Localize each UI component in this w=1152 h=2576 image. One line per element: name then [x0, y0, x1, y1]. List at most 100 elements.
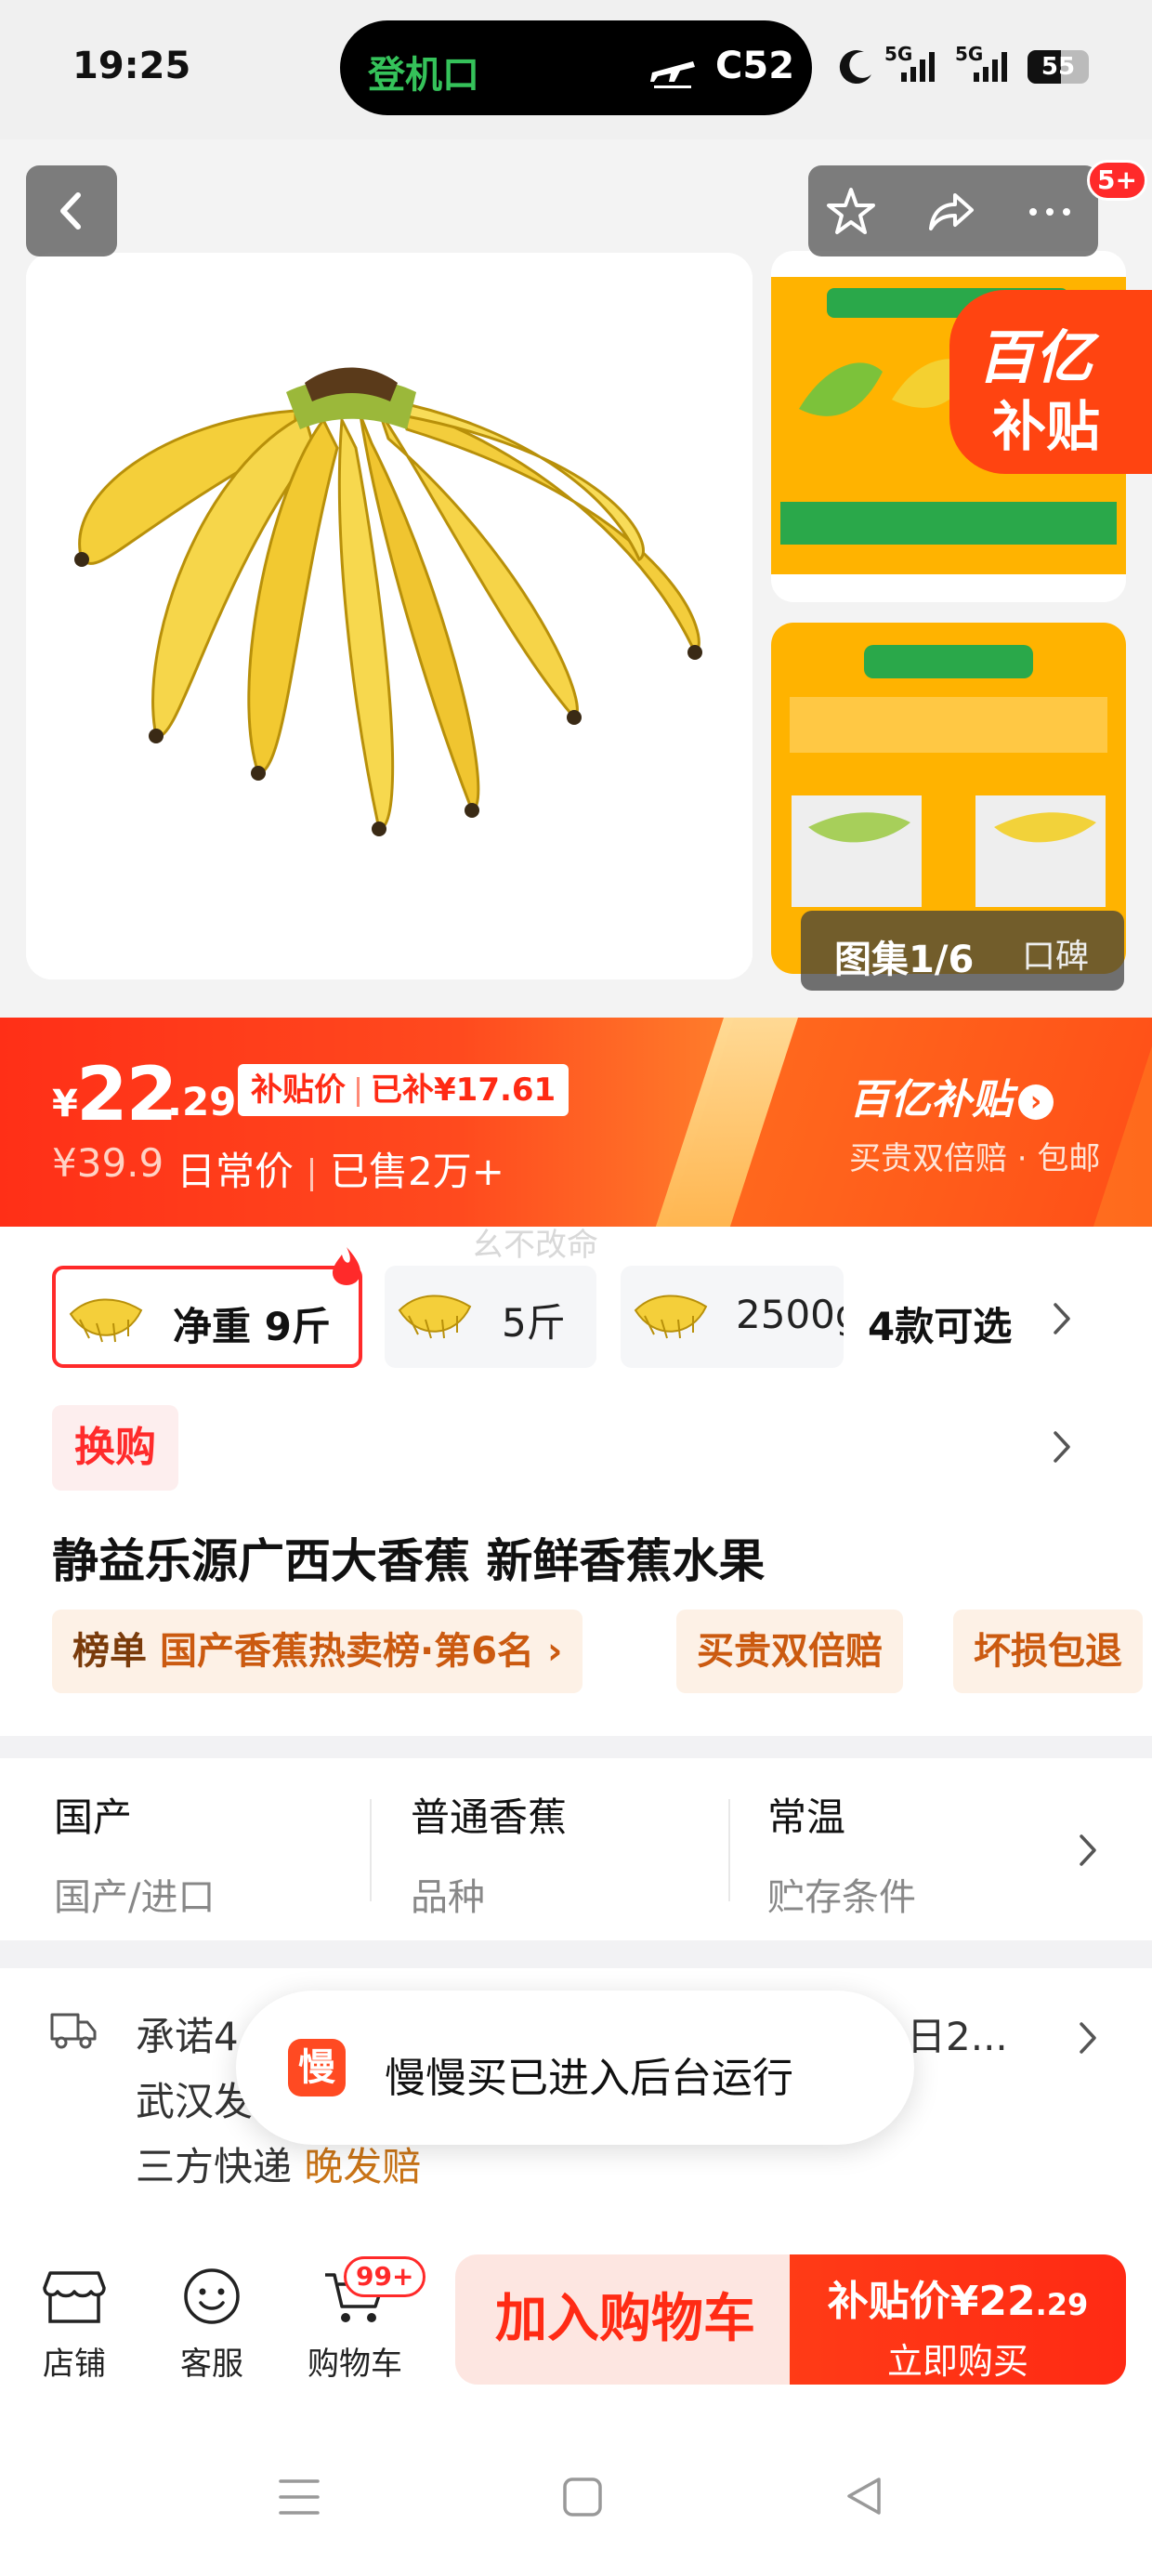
- cart-count-badge: 99+: [344, 2256, 426, 2297]
- add-to-cart-button[interactable]: 加入购物车: [455, 2254, 795, 2385]
- truck-icon: [50, 2013, 97, 2049]
- buy-now-label: 立即购买: [886, 2341, 1028, 2382]
- price-currency: ¥: [52, 1083, 78, 1125]
- image-counter: 图集1/6: [834, 939, 975, 981]
- chevron-right-icon[interactable]: [1052, 1429, 1072, 1465]
- damage-return-tag[interactable]: 坏损包退: [953, 1610, 1143, 1693]
- battery-icon: 55: [1028, 50, 1089, 84]
- back-triangle-icon[interactable]: [842, 2474, 886, 2518]
- banana-bunch-image: [26, 253, 753, 979]
- price-banner[interactable]: ¥ 22 .29 补贴价 已补¥17.61 ¥39.9 日常价 已售2万+ 百亿补贴…: [0, 1018, 1152, 1227]
- spec-value: 普通香蕉: [411, 1794, 568, 1840]
- subsidy-program-link[interactable]: 百亿补贴 ›: [849, 1066, 1054, 1125]
- subsidy-label: 补贴价: [251, 1071, 346, 1109]
- subsidy-amount: 已补¥17.61: [371, 1071, 556, 1109]
- buy-price: 补贴价¥22.29: [790, 2267, 1126, 2327]
- divider: [370, 1799, 372, 1901]
- product-specs[interactable]: 国产 国产/进口 普通香蕉 品种 常温 贮存条件: [0, 1758, 1152, 1940]
- buy-price-int: 22: [978, 2278, 1036, 2325]
- spec-label: 国产/进口: [54, 1876, 216, 1919]
- more-options-link[interactable]: 4款可选: [868, 1295, 1012, 1352]
- late-compensation: 晚发赔: [304, 2144, 422, 2189]
- original-price: ¥39.9: [52, 1140, 164, 1186]
- service-label: 客服: [180, 2346, 243, 2383]
- message-count-badge: 5+: [1087, 160, 1147, 201]
- option-label: 净重 9斤: [173, 1304, 331, 1349]
- product-info: 幺不改命 净重 9斤 5斤 2500g 4款可选 换购 静益乐源广西大香蕉 新鲜…: [0, 1227, 1152, 1736]
- signal-icon: [901, 52, 935, 82]
- buy-price-dec: .29: [1035, 2287, 1089, 2322]
- subsidy-price-tag: 补贴价 已补¥17.61: [238, 1064, 569, 1116]
- product-gallery[interactable]: 5+ 百亿 补贴 图集1/6 口碑: [0, 139, 1152, 1018]
- menu-icon[interactable]: [277, 2476, 321, 2518]
- option-5jin[interactable]: 5斤: [385, 1266, 596, 1368]
- service-smiley-icon: [184, 2268, 240, 2324]
- ranking-tag[interactable]: 榜单 国产香蕉热卖榜·第6名 ›: [52, 1610, 583, 1693]
- store-button[interactable]: 店铺: [37, 2266, 111, 2384]
- share-icon[interactable]: [923, 184, 979, 240]
- delivery-date: 日2...: [907, 2014, 1008, 2059]
- option-2500g[interactable]: 2500g: [621, 1266, 844, 1368]
- chevron-right-icon: ›: [1018, 1084, 1054, 1120]
- store-label: 店铺: [43, 2346, 106, 2383]
- toast-message: 慢慢买已进入后台运行: [385, 2055, 793, 2102]
- chevron-right-icon: [1080, 1834, 1096, 1866]
- store-icon: [43, 2271, 106, 2323]
- banana-thumb-icon: [634, 1295, 708, 1339]
- spec-value: 国产: [54, 1794, 133, 1840]
- star-icon[interactable]: [823, 184, 879, 240]
- chevron-left-icon: [60, 192, 81, 230]
- back-button[interactable]: [26, 165, 117, 256]
- customer-service-button[interactable]: 客服: [175, 2266, 249, 2384]
- banana-thumb-icon: [69, 1298, 143, 1343]
- ranking-key: 榜单: [72, 1630, 147, 1673]
- background-toast: 慢 慢慢买已进入后台运行: [236, 1991, 914, 2145]
- system-navigation-bar: [0, 2424, 1152, 2576]
- spec-variety: 普通香蕉 品种: [411, 1786, 567, 1921]
- clock: 19:25: [72, 45, 191, 87]
- promo-badge-line2: 补贴: [992, 395, 1101, 458]
- divider: [728, 1799, 730, 1901]
- sold-count: 已售2万+: [330, 1149, 504, 1194]
- price-guarantee-tag[interactable]: 买贵双倍赔: [676, 1610, 903, 1693]
- product-title: 静益乐源广西大香蕉 新鲜香蕉水果: [52, 1534, 766, 1588]
- spec-label: 贮存条件: [767, 1876, 916, 1919]
- moon-icon: [839, 50, 871, 85]
- courier: 三方快递: [136, 2144, 293, 2189]
- price-integer: 22: [76, 1051, 177, 1137]
- signal-icon-2: [974, 52, 1007, 82]
- banana-thumb-icon: [398, 1295, 472, 1339]
- reviews-tab[interactable]: 口碑: [1022, 929, 1089, 978]
- chevron-right-icon: [1054, 1303, 1070, 1334]
- option-9jin[interactable]: 净重 9斤: [52, 1266, 362, 1368]
- program-subtitle: 买贵双倍赔 · 包邮: [849, 1140, 1101, 1177]
- ranking-value: 国产香蕉热卖榜·第6名: [160, 1630, 535, 1673]
- gate-label: 登机口: [368, 54, 479, 97]
- top-actions: [808, 165, 1098, 256]
- home-icon[interactable]: [561, 2476, 604, 2518]
- bottom-action-bar: 店铺 客服 购物车 99+ 加入购物车 补贴价¥22.29 立即购买: [0, 2228, 1152, 2424]
- swap-purchase-tag[interactable]: 换购: [52, 1405, 178, 1491]
- battery-level: 55: [1041, 53, 1076, 81]
- separator: [310, 1157, 314, 1191]
- hot-flame-icon: [333, 1247, 360, 1285]
- buy-now-button[interactable]: 补贴价¥22.29 立即购买: [790, 2254, 1126, 2385]
- live-activity-island[interactable]: 登机口 C52: [340, 20, 812, 115]
- watermark: 幺不改命: [472, 1227, 598, 1264]
- spec-origin: 国产 国产/进口: [54, 1786, 215, 1921]
- promo-badge-line1: 百亿: [977, 323, 1093, 391]
- spec-value: 常温: [767, 1794, 846, 1840]
- option-label: 2500g: [736, 1292, 844, 1337]
- subsidy-promo-badge: 百亿 补贴: [949, 290, 1152, 474]
- spec-storage: 常温 贮存条件: [767, 1786, 916, 1921]
- chevron-right-icon: ›: [534, 1630, 563, 1673]
- status-bar: 19:25 登机口 C52 5G 5G 55: [0, 0, 1152, 139]
- more-icon[interactable]: [1022, 184, 1078, 240]
- original-price-label: 日常价: [177, 1149, 295, 1194]
- cart-label: 购物车: [308, 2346, 402, 2383]
- main-product-image[interactable]: [26, 253, 753, 979]
- program-title: 百亿补贴: [849, 1076, 1013, 1124]
- ship-from: 武汉发: [136, 2079, 254, 2124]
- tag-separator: [357, 1076, 360, 1107]
- gallery-counter[interactable]: 图集1/6 口碑: [801, 911, 1124, 991]
